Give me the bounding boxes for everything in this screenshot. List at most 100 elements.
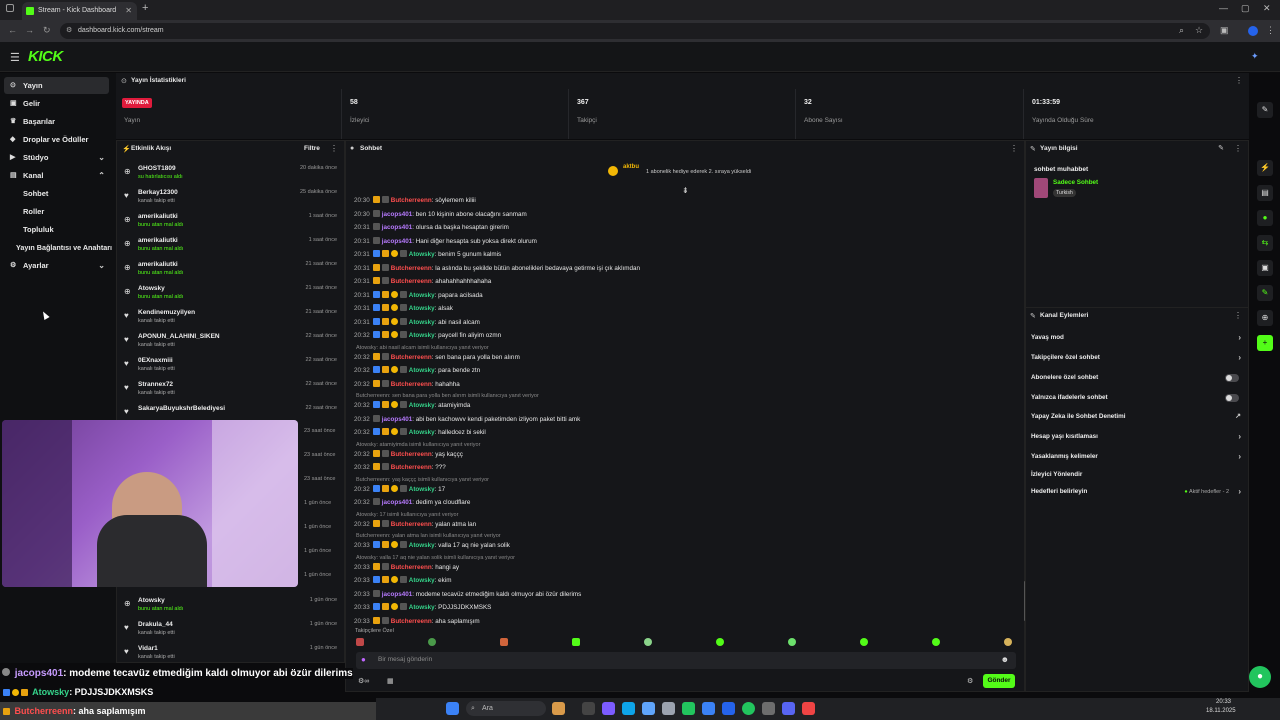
sidebar-item-kanal[interactable]: ▤ Kanal ⌃: [4, 167, 109, 184]
taskbar-app-icon[interactable]: [782, 702, 795, 715]
channel-action-row[interactable]: Takipçilere özel sohbet ›: [1031, 351, 1243, 365]
sidebar-sub-yayin-baglantisi[interactable]: Yayın Bağlantısı ve Anahtarı: [16, 243, 112, 252]
url-field[interactable]: ⚙ dashboard.kick.com/stream: [60, 23, 1210, 39]
tab-close-icon[interactable]: ✕: [125, 2, 132, 20]
chat-message[interactable]: 20:33 Butcherreenn: hangi ay: [354, 562, 459, 572]
channel-actions-menu-icon[interactable]: ⋮: [1234, 311, 1242, 320]
chat-message[interactable]: 20:31 jacops401: Hani diğer hesapta sub y…: [354, 236, 537, 246]
sidebar-item-ayarlar[interactable]: ⚙ Ayarlar ⌄: [4, 257, 109, 274]
reply-context[interactable]: Butcherreenn: yaş kaççç isimli kullanıcı…: [356, 477, 489, 483]
chat-username[interactable]: Atowsky: [409, 319, 435, 326]
chat-username[interactable]: jacops401: [382, 211, 412, 218]
channel-action-row[interactable]: Yasaklanmış kelimeler ›: [1031, 450, 1243, 464]
channel-action-row[interactable]: İzleyici Yönlendir: [1031, 468, 1243, 482]
chat-username[interactable]: Atowsky: [409, 577, 435, 584]
chat-message[interactable]: 20:30 Butcherreenn: söylemem kiliii: [354, 196, 476, 205]
chat-message[interactable]: 20:32 Atowsky: para bende ztn: [354, 366, 480, 375]
emote-icon[interactable]: [716, 638, 724, 646]
clock-date[interactable]: 18.11.2025: [1206, 708, 1236, 714]
taskbar-search[interactable]: ⌕ Ara: [466, 701, 546, 716]
chat-input[interactable]: ● Bir mesaj gönderin ☻: [356, 652, 1016, 669]
chat-message[interactable]: 20:33 jacops401: modeme tecavüz etmediğim…: [354, 589, 581, 599]
taskbar-app-icon[interactable]: [722, 702, 735, 715]
browser-menu-icon[interactable]: [6, 4, 14, 12]
channel-action-row[interactable]: Yapay Zeka ile Sohbet Denetimi ↗: [1031, 410, 1243, 424]
chat-message[interactable]: 20:32 Butcherreenn: yaş kaççç: [354, 449, 463, 459]
reply-context[interactable]: Atowsky: abi nasil alcam isimli kullanıc…: [356, 345, 489, 351]
send-button[interactable]: Gönder: [983, 674, 1015, 688]
chat-message[interactable]: 20:31 Atowsky: benim 5 gunum kalmis: [354, 250, 501, 259]
emote-icon[interactable]: [1004, 638, 1012, 646]
emote-icon[interactable]: [500, 638, 508, 646]
chat-username[interactable]: Butcherreenn: [391, 464, 432, 471]
back-icon[interactable]: ←: [8, 25, 17, 35]
activity-item[interactable]: ⊕ Atowsky bunu atan mal aldı 1 gün önce: [124, 595, 340, 619]
chat-message[interactable]: 20:32 Butcherreenn: sen bana para yolla b…: [354, 352, 520, 362]
chat-username[interactable]: Butcherreenn: [391, 564, 432, 571]
chat-settings-icon[interactable]: ⚙: [967, 677, 973, 685]
sidebar-sub-topluluk[interactable]: Topluluk: [23, 225, 54, 234]
extensions-icon[interactable]: ▣: [1220, 25, 1229, 36]
rail-edit-icon[interactable]: ✎: [1257, 102, 1273, 118]
channel-action-row[interactable]: Abonelere özel sohbet: [1031, 371, 1243, 385]
chat-username[interactable]: jacops401: [382, 416, 412, 423]
chat-message[interactable]: 20:33 Atowsky: valla 17 aq nie yalan soli…: [354, 541, 510, 550]
chat-message[interactable]: 20:32 Atowsky: atamiyimda: [354, 401, 470, 410]
chat-username[interactable]: Atowsky: [409, 292, 435, 299]
taskbar-app-icon[interactable]: [802, 702, 815, 715]
chat-menu-icon[interactable]: ⋮: [1010, 144, 1018, 153]
chat-username[interactable]: Atowsky: [409, 251, 435, 258]
chat-username[interactable]: jacops401: [382, 224, 412, 231]
new-tab-button[interactable]: +: [142, 2, 148, 14]
chat-message[interactable]: 20:31 Atowsky: alsak: [354, 304, 453, 313]
rail-doc-icon[interactable]: ▤: [1257, 185, 1273, 201]
toggle-switch[interactable]: [1225, 374, 1239, 382]
pause-scroll-icon[interactable]: ⇟: [682, 186, 689, 195]
sidebar-item-studyo[interactable]: ▶ Stüdyo ⌄: [4, 149, 109, 166]
taskbar-app-icon[interactable]: [702, 702, 715, 715]
channel-action-row[interactable]: Yavaş mod ›: [1031, 331, 1243, 345]
chat-message[interactable]: 20:32 jacops401: dedim ya cloudflare: [354, 498, 470, 507]
rail-add-icon[interactable]: +: [1257, 335, 1273, 351]
channel-action-row[interactable]: Hesap yaşı kısıtlaması ›: [1031, 430, 1243, 444]
window-maximize-button[interactable]: ▢: [1241, 3, 1250, 14]
sidebar-item-basarilar[interactable]: ♛ Başarılar: [4, 113, 109, 130]
chat-username[interactable]: Butcherreenn: [391, 451, 432, 458]
browser-tab[interactable]: Stream - Kick Dashboard ✕: [22, 2, 137, 20]
chat-message[interactable]: 20:31 Atowsky: papara acilsada: [354, 290, 483, 300]
chat-message[interactable]: 20:33 Butcherreenn: aha saplamışım: [354, 616, 480, 626]
browser-menu-dots-icon[interactable]: ⋮: [1266, 25, 1275, 36]
activity-item[interactable]: ♥ Strannex72 kanalı takip etti 22 saat önce: [124, 379, 340, 403]
emote-icon[interactable]: [428, 638, 436, 646]
rail-chat-icon[interactable]: ●: [1257, 210, 1273, 226]
activity-item[interactable]: ♥ 0EXnaxmiii kanalı takip etti 22 saat önce: [124, 355, 340, 379]
taskbar-app-icon[interactable]: [762, 702, 775, 715]
chat-username[interactable]: Atowsky: [409, 429, 435, 436]
chat-username[interactable]: Butcherreenn: [391, 381, 432, 388]
sidebar-item-droplar[interactable]: ◆ Droplar ve Ödüller: [4, 131, 109, 148]
rail-info-icon[interactable]: ▣: [1257, 260, 1273, 276]
chat-username[interactable]: Butcherreenn: [391, 278, 432, 285]
chat-username[interactable]: jacops401: [382, 499, 412, 506]
chat-message[interactable]: 20:32 Butcherreenn: hahahha: [354, 379, 460, 389]
sidebar-item-yayin[interactable]: ⊙ Yayın: [4, 77, 109, 94]
notifications-icon[interactable]: ✦: [1251, 51, 1259, 62]
window-minimize-button[interactable]: —: [1219, 3, 1228, 13]
emote-icon[interactable]: [788, 638, 796, 646]
activity-item[interactable]: ♥ Vidar1 kanalı takip etti 1 gün önce: [124, 643, 340, 667]
taskbar-app-icon[interactable]: [602, 702, 615, 715]
emoji-icon[interactable]: ☻: [1001, 655, 1009, 664]
reply-context[interactable]: Atowsky: 17 isimli kullanıcıya yanıt ver…: [356, 512, 458, 518]
reply-context[interactable]: Butcherreenn: sen bana para yolla ben al…: [356, 393, 539, 399]
activity-item[interactable]: ♥ Berkay12300 kanalı takip etti 25 dakika ö…: [124, 187, 340, 211]
rail-bolt-icon[interactable]: ⚡: [1257, 160, 1273, 176]
activity-item[interactable]: ⊕ GHOST1809 su hatırlatıcısı aldı 20 dakika…: [124, 163, 340, 187]
sidebar-item-gelir[interactable]: ▣ Gelir: [4, 95, 109, 112]
channel-action-row[interactable]: Hedefleri belirleyin › ● Aktif hedefler - …: [1031, 485, 1243, 499]
stream-info-menu-icon[interactable]: ⋮: [1234, 144, 1242, 153]
bookmark-star-icon[interactable]: ☆: [1195, 25, 1203, 36]
chat-message[interactable]: 20:31 Butcherreenn: la aslında bu şekilde…: [354, 263, 640, 273]
reply-context[interactable]: Atowsky: atamiyimda isimli kullanıcıya y…: [356, 442, 480, 448]
taskbar-app-icon[interactable]: [682, 702, 695, 715]
chat-username[interactable]: Butcherreenn: [391, 354, 432, 361]
